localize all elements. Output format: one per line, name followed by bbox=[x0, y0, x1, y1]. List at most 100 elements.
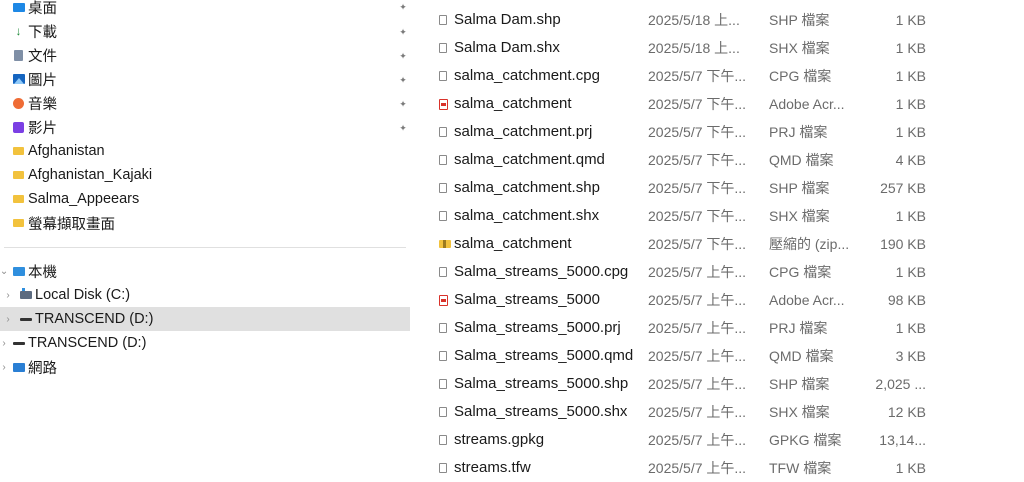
nav-item-folder-afghanistan-kajaki[interactable]: Afghanistan_Kajaki bbox=[12, 164, 152, 186]
file-row[interactable]: Salma_streams_5000.cpg 2025/5/7 上午... CPG … bbox=[412, 258, 1024, 286]
file-name: salma_catchment.prj bbox=[454, 123, 593, 140]
file-row[interactable]: salma_catchment.shp 2025/5/7 下午... SHP 檔案 2… bbox=[412, 174, 1024, 202]
nav-item-folder-salma-appeears[interactable]: Salma_Appeears bbox=[12, 188, 139, 210]
file-size: 2,025 ... bbox=[875, 376, 926, 392]
pin-icon[interactable]: ✦ bbox=[398, 98, 408, 110]
nav-item-videos[interactable]: 影片 bbox=[12, 116, 57, 138]
nav-divider bbox=[4, 247, 406, 248]
file-size: 13,14... bbox=[879, 432, 926, 448]
computer-icon bbox=[12, 265, 25, 278]
nav-item-this-pc[interactable]: 本機 bbox=[12, 260, 57, 282]
nav-item-transcend-d-selected[interactable]: TRANSCEND (D:) bbox=[19, 308, 153, 330]
file-date-modified: 2025/5/7 上午... bbox=[648, 348, 747, 364]
file-row[interactable]: Salma Dam.shx 2025/5/18 上... SHX 檔案 1 KB bbox=[412, 34, 1024, 62]
nav-item-label: 圖片 bbox=[28, 72, 57, 89]
pin-icon[interactable]: ✦ bbox=[398, 1, 408, 13]
pin-icon[interactable]: ✦ bbox=[398, 74, 408, 86]
file-date-modified: 2025/5/7 上午... bbox=[648, 376, 747, 392]
pin-icon[interactable]: ✦ bbox=[398, 26, 408, 38]
file-name: Salma_streams_5000.qmd bbox=[454, 347, 634, 364]
file-date-modified: 2025/5/18 上... bbox=[648, 40, 740, 56]
file-size: 3 KB bbox=[895, 348, 926, 364]
pdf-file-icon bbox=[439, 90, 451, 118]
file-size: 98 KB bbox=[887, 292, 926, 308]
nav-item-label: 螢幕擷取畫面 bbox=[28, 216, 115, 233]
file-row[interactable]: Salma Dam.shp 2025/5/18 上... SHP 檔案 1 KB bbox=[412, 6, 1024, 34]
file-row[interactable]: salma_catchment.cpg 2025/5/7 下午... CPG 檔案 1… bbox=[412, 62, 1024, 90]
download-icon: ↓ bbox=[15, 24, 22, 38]
nav-item-music[interactable]: 音樂 bbox=[12, 92, 57, 114]
nav-item-label: 下載 bbox=[28, 24, 57, 41]
chevron-right-icon[interactable]: › bbox=[4, 289, 12, 301]
nav-item-local-disk-c[interactable]: Local Disk (C:) bbox=[19, 284, 130, 306]
pin-icon[interactable]: ✦ bbox=[398, 122, 408, 134]
file-size: 1 KB bbox=[895, 208, 926, 224]
file-icon bbox=[439, 202, 451, 230]
file-name: Salma Dam.shx bbox=[454, 39, 560, 56]
file-name: Salma_streams_5000.shp bbox=[454, 375, 629, 392]
file-size: 1 KB bbox=[895, 40, 926, 56]
pin-icon[interactable]: ✦ bbox=[398, 50, 408, 62]
nav-item-folder-screenshots[interactable]: 螢幕擷取畫面 bbox=[12, 212, 115, 234]
nav-item-desktop[interactable]: 桌面 bbox=[12, 0, 57, 18]
chevron-right-icon[interactable]: › bbox=[0, 361, 8, 373]
file-size: 1 KB bbox=[895, 96, 926, 112]
file-row[interactable]: salma_catchment 2025/5/7 下午... 壓縮的 (zip...… bbox=[412, 230, 1024, 258]
file-name: Salma_streams_5000.cpg bbox=[454, 263, 629, 280]
folder-icon bbox=[12, 145, 25, 158]
file-size: 1 KB bbox=[895, 264, 926, 280]
file-list: Salma Dam.shp 2025/5/18 上... SHP 檔案 1 KB Sal… bbox=[412, 0, 1024, 478]
folder-icon bbox=[12, 169, 25, 182]
hard-drive-icon bbox=[19, 288, 32, 302]
file-row[interactable]: Salma_streams_5000.qmd 2025/5/7 上午... QMD … bbox=[412, 342, 1024, 370]
file-name: streams.gpkg bbox=[454, 431, 545, 448]
file-row[interactable]: salma_catchment 2025/5/7 下午... Adobe Acr..… bbox=[412, 90, 1024, 118]
file-size: 1 KB bbox=[895, 124, 926, 140]
usb-drive-icon bbox=[12, 337, 25, 350]
videos-icon bbox=[12, 121, 25, 134]
file-size: 190 KB bbox=[880, 236, 926, 252]
nav-item-label: 本機 bbox=[28, 264, 57, 281]
file-icon bbox=[439, 6, 451, 34]
file-row[interactable]: Salma_streams_5000.shp 2025/5/7 上午... SHP … bbox=[412, 370, 1024, 398]
nav-item-label: 文件 bbox=[28, 48, 57, 65]
file-row[interactable]: Salma_streams_5000 2025/5/7 上午... Adobe Ac… bbox=[412, 286, 1024, 314]
chevron-right-icon[interactable]: › bbox=[0, 337, 8, 349]
usb-drive-icon bbox=[19, 313, 32, 326]
file-icon bbox=[439, 426, 451, 454]
file-icon bbox=[439, 314, 451, 342]
file-row[interactable]: salma_catchment.prj 2025/5/7 下午... PRJ 檔案 1… bbox=[412, 118, 1024, 146]
file-name: salma_catchment.shp bbox=[454, 179, 600, 196]
desktop-icon bbox=[12, 1, 25, 14]
file-icon bbox=[439, 174, 451, 202]
file-date-modified: 2025/5/7 上午... bbox=[648, 432, 747, 448]
nav-item-documents[interactable]: 文件 bbox=[12, 44, 57, 66]
file-name: salma_catchment bbox=[454, 95, 572, 112]
file-row[interactable]: streams.gpkg 2025/5/7 上午... GPKG 檔案 13,14..… bbox=[412, 426, 1024, 454]
chevron-down-icon[interactable]: ⌄ bbox=[0, 265, 8, 277]
file-row[interactable]: salma_catchment.shx 2025/5/7 下午... SHX 檔案 1… bbox=[412, 202, 1024, 230]
nav-item-label: 桌面 bbox=[28, 0, 57, 17]
file-row[interactable]: Salma_streams_5000.shx 2025/5/7 上午... SHX … bbox=[412, 398, 1024, 426]
file-icon bbox=[439, 370, 451, 398]
nav-item-folder-afghanistan[interactable]: Afghanistan bbox=[12, 140, 105, 162]
nav-item-network[interactable]: 網路 bbox=[12, 356, 57, 378]
network-icon bbox=[12, 361, 25, 374]
file-size: 1 KB bbox=[895, 12, 926, 28]
file-size: 1 KB bbox=[895, 68, 926, 84]
file-date-modified: 2025/5/7 上午... bbox=[648, 292, 747, 308]
file-row[interactable]: Salma_streams_5000.prj 2025/5/7 上午... PRJ … bbox=[412, 314, 1024, 342]
folder-icon bbox=[12, 217, 25, 230]
nav-item-label: TRANSCEND (D:) bbox=[28, 335, 147, 351]
file-name: Salma_streams_5000.prj bbox=[454, 319, 621, 336]
nav-item-transcend-d[interactable]: TRANSCEND (D:) bbox=[12, 332, 146, 354]
file-date-modified: 2025/5/7 下午... bbox=[648, 124, 747, 140]
file-name: Salma Dam.shp bbox=[454, 11, 561, 28]
nav-item-pictures[interactable]: 圖片 bbox=[12, 68, 57, 90]
nav-item-downloads[interactable]: ↓ 下載 bbox=[12, 20, 58, 42]
nav-item-label: Afghanistan_Kajaki bbox=[28, 167, 153, 183]
file-row[interactable]: salma_catchment.qmd 2025/5/7 下午... QMD 檔案 4… bbox=[412, 146, 1024, 174]
nav-item-label: Salma_Appeears bbox=[28, 191, 140, 207]
chevron-right-icon[interactable]: › bbox=[4, 313, 12, 325]
file-icon bbox=[439, 34, 451, 62]
